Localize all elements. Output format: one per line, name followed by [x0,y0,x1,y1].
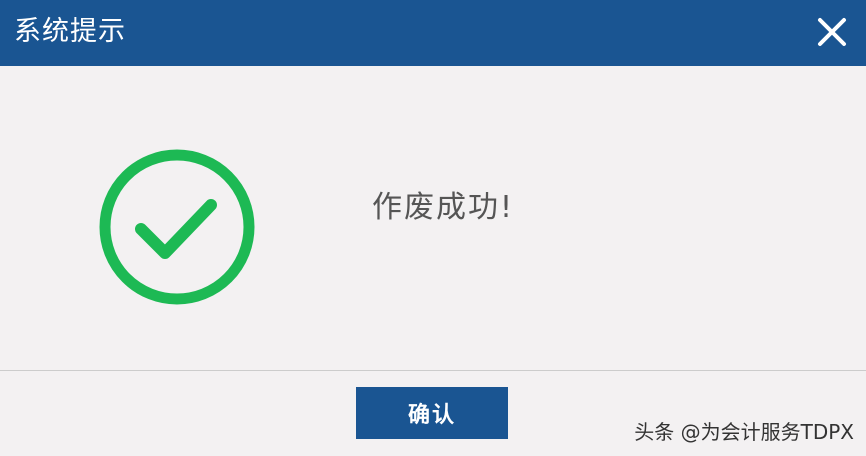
check-circle-icon [97,147,257,307]
system-prompt-dialog: 系统提示 作废成功! 确认 头条 @为会计服务TDPX [0,0,866,456]
success-message: 作废成功! [372,190,515,225]
dialog-body: 作废成功! [0,66,866,370]
dialog-title: 系统提示 [14,16,126,47]
dialog-titlebar: 系统提示 [0,0,866,66]
confirm-button[interactable]: 确认 [356,387,508,439]
close-button[interactable] [812,12,852,52]
watermark-text: 头条 @为会计服务TDPX [634,420,854,444]
close-icon [818,18,846,46]
